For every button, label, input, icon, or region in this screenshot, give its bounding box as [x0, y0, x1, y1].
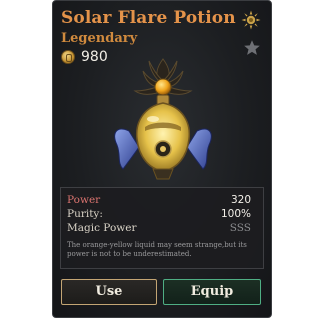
star-icon[interactable] [243, 39, 261, 57]
potion-image [114, 58, 212, 180]
sun-icon [241, 10, 261, 30]
stat-label: Purity: [67, 208, 103, 220]
item-title: Solar Flare Potion [61, 8, 236, 28]
item-rarity: Legendary [61, 31, 138, 46]
coin-icon [61, 50, 75, 64]
stat-row-purity: Purity: 100% [67, 207, 251, 221]
stat-label: Power [67, 194, 101, 206]
use-button[interactable]: Use [61, 279, 157, 305]
stat-value: 320 [230, 194, 251, 206]
item-tooltip-panel: Solar Flare Potion Legendary 980 Power 3… [52, 0, 272, 318]
item-description: The orange-yellow liquid may seem strang… [67, 241, 247, 258]
stat-value: SSS [229, 222, 251, 234]
stats-panel: Power 320 Purity: 100% Magic Power SSS T… [60, 187, 264, 269]
equip-button[interactable]: Equip [163, 279, 261, 305]
stat-row-magic-power: Magic Power SSS [67, 221, 251, 235]
stat-row-power: Power 320 [67, 193, 251, 207]
stat-value: 100% [220, 208, 251, 220]
stat-label: Magic Power [67, 222, 137, 234]
